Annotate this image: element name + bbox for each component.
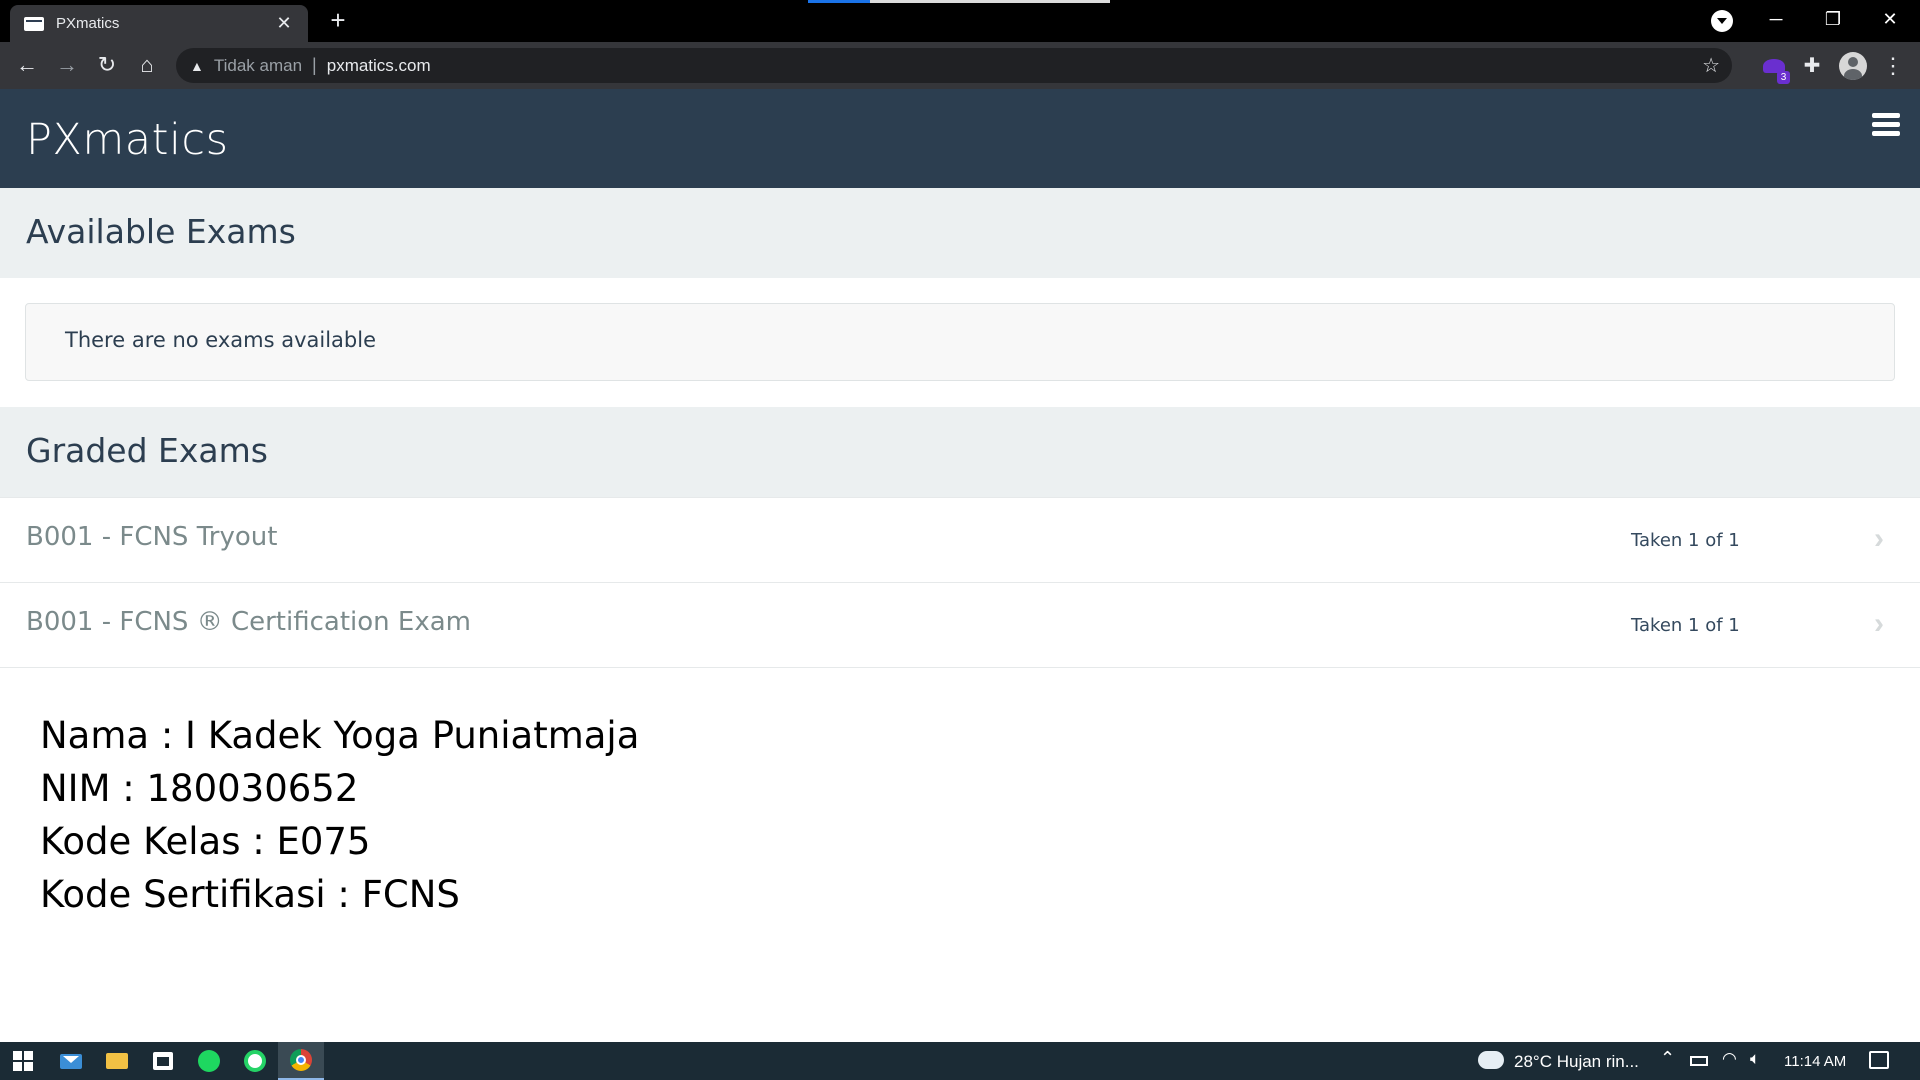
windows-start-icon[interactable] xyxy=(0,1042,46,1080)
available-exams-header: Available Exams xyxy=(0,188,1920,278)
chrome-icon[interactable] xyxy=(278,1042,324,1080)
exam-status: Taken 1 of 1 xyxy=(1631,615,1740,636)
window-minimize-button[interactable]: ─ xyxy=(1748,0,1804,38)
graded-exams-header: Graded Exams xyxy=(0,407,1920,497)
url-text[interactable]: pxmatics.com xyxy=(327,56,431,76)
exam-status: Taken 1 of 1 xyxy=(1631,530,1740,551)
home-icon[interactable]: ⌂ xyxy=(133,51,161,79)
file-explorer-icon[interactable] xyxy=(94,1042,140,1080)
battery-icon[interactable] xyxy=(1690,1056,1708,1066)
new-tab-button[interactable]: + xyxy=(322,5,354,37)
mail-icon[interactable] xyxy=(48,1042,94,1080)
whatsapp-icon[interactable] xyxy=(232,1042,278,1080)
hamburger-menu-icon[interactable] xyxy=(1872,113,1900,137)
extension-badge: 3 xyxy=(1777,71,1790,84)
window-restore-button[interactable]: ❐ xyxy=(1805,0,1861,38)
available-exams-title: Available Exams xyxy=(26,212,296,251)
profile-icon[interactable] xyxy=(1839,52,1867,80)
weather-cloud-icon[interactable] xyxy=(1478,1051,1504,1069)
weather-text[interactable]: 28°C Hujan rin... xyxy=(1514,1052,1639,1072)
extension-icon[interactable]: 3 xyxy=(1760,52,1790,84)
clock[interactable]: 11:14 AM xyxy=(1784,1053,1846,1070)
notification-icon[interactable] xyxy=(1869,1051,1889,1069)
tray-chevron-up-icon[interactable]: ⌃ xyxy=(1660,1048,1675,1069)
back-icon[interactable]: ← xyxy=(13,51,41,79)
student-name: Nama : I Kadek Yoga Puniatmaja xyxy=(40,714,640,757)
star-icon[interactable]: ☆ xyxy=(1702,53,1720,78)
tab-close-icon[interactable]: ✕ xyxy=(274,13,294,34)
site-navbar: PXmatics xyxy=(0,89,1920,188)
reload-icon[interactable]: ↻ xyxy=(93,51,121,79)
empty-exams-notice: There are no exams available xyxy=(25,303,1895,381)
student-info: Nama : I Kadek Yoga Puniatmaja NIM : 180… xyxy=(40,709,639,921)
site-brand[interactable]: PXmatics xyxy=(26,115,228,165)
exam-name: B001 - FCNS Tryout xyxy=(26,522,278,552)
certification-code: Kode Sertifikasi : FCNS xyxy=(40,873,460,916)
chevron-right-icon: › xyxy=(1874,607,1884,640)
address-bar[interactable]: ▲ Tidak aman | pxmatics.com ☆ xyxy=(176,48,1732,83)
class-code: Kode Kelas : E075 xyxy=(40,820,371,863)
exam-name: B001 - FCNS ® Certification Exam xyxy=(26,607,471,637)
spotify-icon[interactable] xyxy=(186,1042,232,1080)
wifi-icon[interactable]: ◠ xyxy=(1722,1049,1737,1069)
security-label[interactable]: Tidak aman xyxy=(214,56,302,76)
windows-taskbar: 28°C Hujan rin... ⌃ ◠ 🔈︎ 11:14 AM xyxy=(0,1042,1920,1080)
page-content: PXmatics Available Exams There are no ex… xyxy=(0,89,1920,1042)
loading-indicator xyxy=(808,0,1110,3)
window-close-button[interactable]: ✕ xyxy=(1862,0,1918,38)
graded-exams-title: Graded Exams xyxy=(26,431,268,470)
extensions-puzzle-icon[interactable]: ✚ xyxy=(1798,52,1826,80)
chevron-right-icon: › xyxy=(1874,522,1884,555)
address-separator: | xyxy=(312,55,317,75)
tab-search-icon[interactable] xyxy=(1711,10,1733,32)
warning-icon[interactable]: ▲ xyxy=(190,58,204,74)
tab-title: PXmatics xyxy=(56,15,120,32)
menu-icon[interactable]: ⋮ xyxy=(1880,52,1906,80)
graded-exam-row[interactable]: B001 - FCNS ® Certification Exam Taken 1… xyxy=(0,582,1920,668)
browser-tab-strip: PXmatics ✕ + ─ ❐ ✕ xyxy=(0,0,1920,42)
empty-exams-message: There are no exams available xyxy=(65,328,377,352)
forward-icon[interactable]: → xyxy=(53,51,81,79)
browser-toolbar: ← → ↻ ⌂ ▲ Tidak aman | pxmatics.com ☆ 3 … xyxy=(0,42,1920,89)
browser-tab[interactable]: PXmatics ✕ xyxy=(10,5,308,42)
site-favicon-icon xyxy=(24,16,44,31)
graded-exam-row[interactable]: B001 - FCNS Tryout Taken 1 of 1 › xyxy=(0,497,1920,583)
student-nim: NIM : 180030652 xyxy=(40,767,359,810)
store-icon[interactable] xyxy=(140,1042,186,1080)
volume-icon[interactable]: 🔈︎ xyxy=(1750,1049,1760,1069)
